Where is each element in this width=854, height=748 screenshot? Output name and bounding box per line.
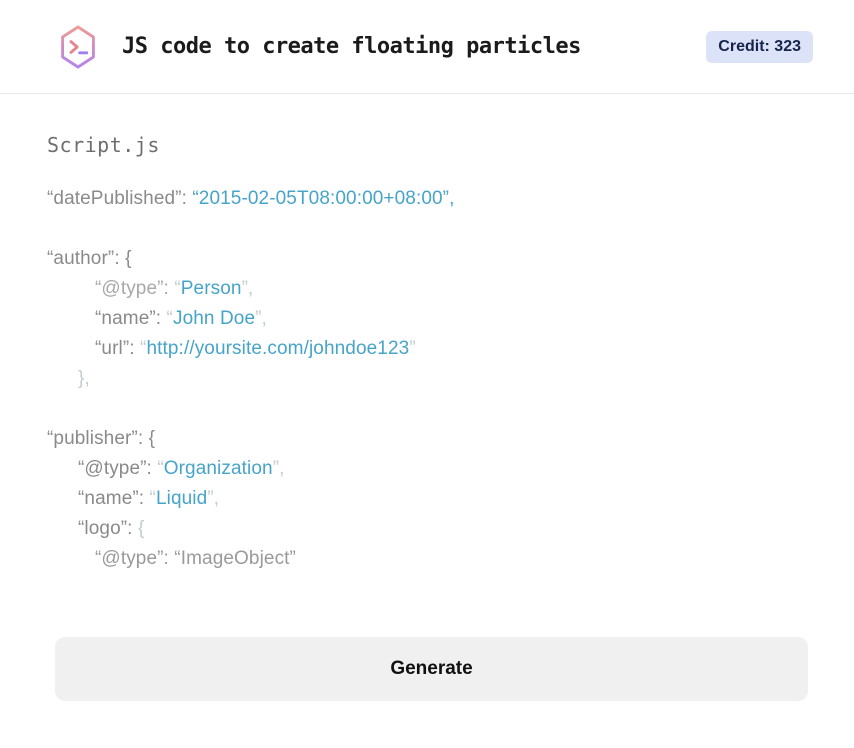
code-segment: },: [78, 368, 90, 389]
code-line: “url”: “http://yoursite.com/johndoe123”: [47, 334, 808, 364]
code-segment: Organization: [163, 458, 273, 479]
code-segment: “logo”:: [78, 518, 138, 539]
code-segment: “url”:: [95, 338, 141, 359]
code-line: “name”: “John Doe”,: [47, 304, 808, 334]
code-line: “@type”: “Organization”,: [47, 454, 808, 484]
code-segment: Person: [180, 278, 242, 299]
code-block: “datePublished”: “2015-02-05T08:00:00+08…: [47, 184, 808, 574]
code-segment: http://yoursite.com/johndoe123: [146, 338, 410, 359]
code-segment: ”: [409, 338, 416, 359]
code-segment: “name”:: [95, 308, 167, 329]
code-line: “logo”: {: [47, 514, 808, 544]
code-segment: John Doe: [172, 308, 256, 329]
code-segment: ”,: [272, 458, 285, 479]
terminal-prompt-hexagon-icon: [58, 21, 98, 73]
code-segment: “@type”:: [95, 278, 175, 299]
code-segment: “@type”:: [78, 458, 158, 479]
code-segment: “@type”: “ImageObject”: [95, 548, 296, 569]
code-segment: “publisher”: {: [47, 428, 156, 449]
code-segment: Liquid: [155, 488, 208, 509]
code-segment: ”,: [207, 488, 220, 509]
code-segment: ”,: [255, 308, 267, 329]
code-line: “name”: “Liquid”,: [47, 484, 808, 514]
filename-heading: Script.js: [47, 133, 160, 157]
code-segment: “name”:: [78, 488, 150, 509]
code-segment: “2015-02-05T08:00:00+08:00”,: [192, 188, 455, 209]
code-segment: “author”: {: [47, 248, 132, 269]
code-segment: {: [137, 518, 145, 539]
credit-badge: Credit: 323: [706, 30, 813, 63]
code-line: “datePublished”: “2015-02-05T08:00:00+08…: [47, 184, 808, 214]
page-title: JS code to create floating particles: [122, 34, 581, 59]
code-line: “@type”: “ImageObject”: [47, 544, 808, 574]
generate-button[interactable]: Generate: [55, 637, 808, 701]
code-line: },: [47, 364, 808, 394]
code-line: “author”: {: [47, 244, 808, 274]
code-segment: “datePublished”:: [47, 188, 193, 209]
code-line: “@type”: “Person”,: [47, 274, 808, 304]
code-line: “publisher”: {: [47, 424, 808, 454]
code-segment: ”,: [241, 278, 254, 299]
app-header: JS code to create floating particles Cre…: [0, 0, 854, 94]
main-content: Script.js “datePublished”: “2015-02-05T0…: [0, 94, 854, 701]
